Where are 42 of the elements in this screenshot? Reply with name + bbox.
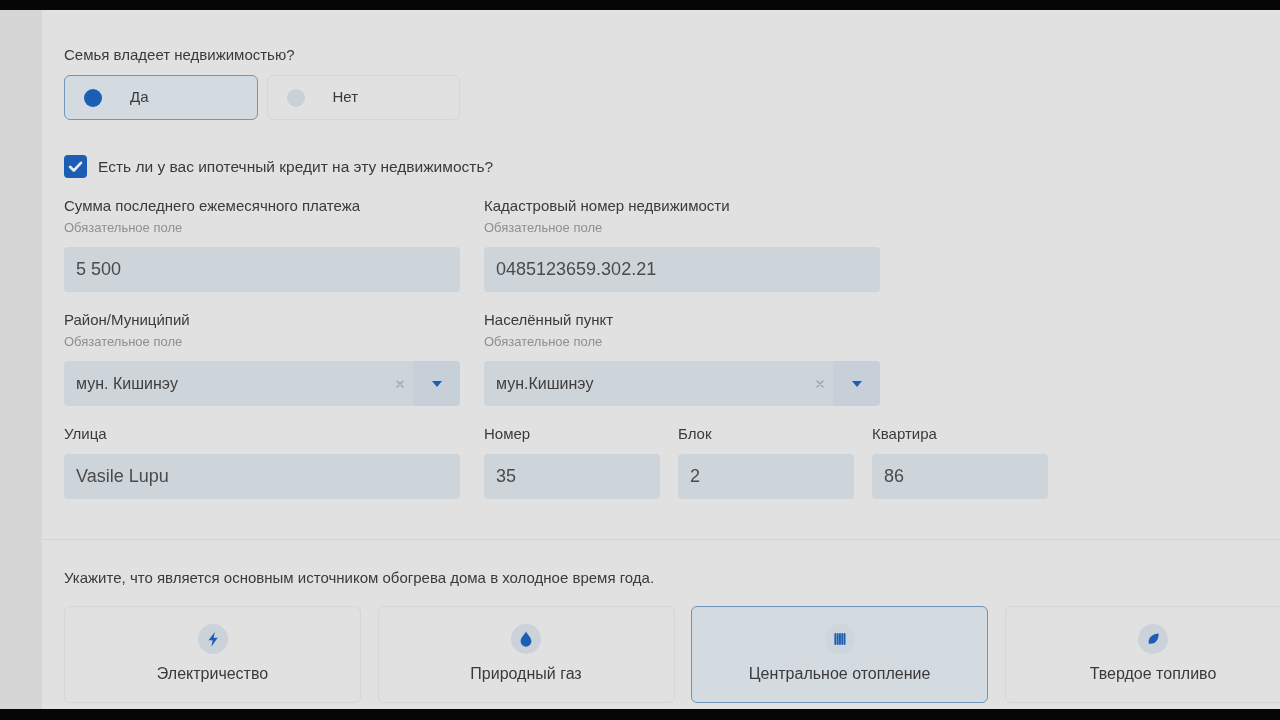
input-field[interactable]: Vasile Lupu [64, 454, 460, 499]
field-label: Квартира [872, 424, 938, 444]
select-field[interactable]: мун. Кишинэу [64, 361, 460, 406]
input-field[interactable]: 35 [484, 454, 660, 499]
field-hint: Обязательное поле [484, 333, 604, 351]
caret-icon [431, 380, 442, 387]
field-label: Кадастровый номер недвижимости [484, 196, 731, 216]
input-field[interactable]: 86 [872, 454, 1048, 499]
select-field[interactable]: мун.Кишинэу [484, 361, 880, 406]
heating-option[interactable]: Твердое топливо [1004, 606, 1280, 703]
input-field[interactable]: 2 [678, 454, 854, 499]
field-hint: Обязательное поле [64, 219, 184, 237]
checkbox-label: Есть ли у вас ипотечный кредит на эту недвижимость? [98, 156, 494, 177]
field-label: Улица [64, 424, 108, 444]
heating-option[interactable]: Электричество [64, 606, 361, 703]
dropdown-button[interactable] [413, 361, 460, 406]
input-field[interactable]: 5 500 [64, 247, 460, 292]
heating-option[interactable]: Природный газ [377, 606, 675, 703]
clear-icon [816, 379, 824, 388]
field-hint: Обязательное поле [484, 219, 604, 237]
lightning-icon [197, 624, 228, 654]
radio-icon [84, 88, 102, 107]
field-label: Населённый пункт [484, 310, 615, 330]
field-label: Номер [484, 424, 532, 444]
leaf-icon [1138, 624, 1168, 654]
drop-icon [511, 624, 541, 654]
input-field[interactable]: 0485123659.302.21 [484, 247, 880, 292]
question-text: Семья владеет недвижимостью? [64, 45, 296, 65]
radiator-icon [824, 624, 855, 654]
radio-option[interactable]: Нет [266, 75, 460, 120]
radio-option[interactable]: Да [64, 75, 258, 120]
question-text: Укажите, что является основным источником обогрева дома в холодное время года. [64, 568, 656, 588]
clear-icon [396, 379, 404, 388]
checkbox[interactable] [64, 155, 87, 178]
caret-icon [851, 380, 862, 387]
heating-option[interactable]: Центральное отопление [691, 606, 988, 703]
dropdown-button[interactable] [833, 361, 880, 406]
field-label: Район/Муници́пий [64, 310, 191, 330]
field-label: Блок [678, 424, 713, 444]
radio-icon [286, 88, 305, 107]
field-label: Сумма последнего ежемесячного платежа [64, 196, 362, 216]
field-hint: Обязательное поле [64, 333, 184, 351]
